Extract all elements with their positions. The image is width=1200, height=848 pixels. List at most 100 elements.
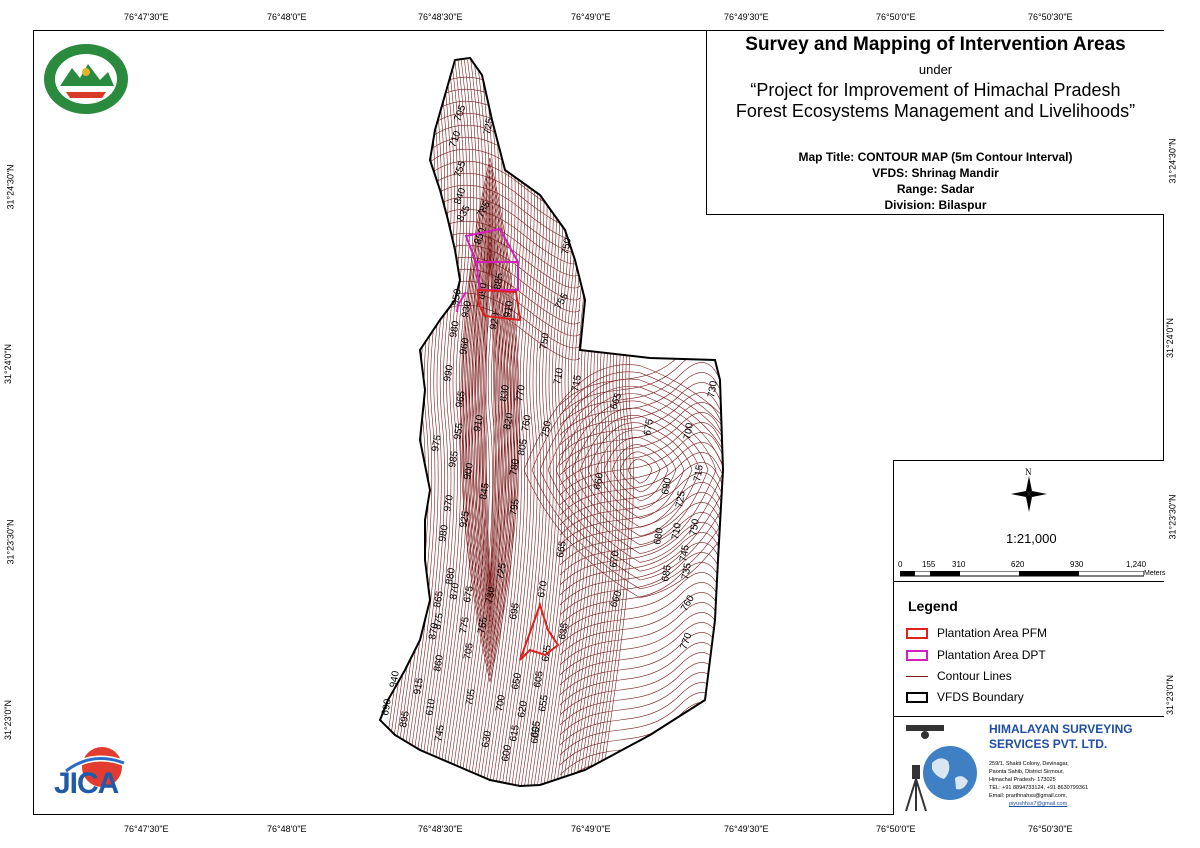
contour-label: 700 (494, 694, 508, 713)
contour-line (619, 451, 661, 493)
contour-label: 680 (652, 527, 666, 546)
contour-label: 840 (452, 186, 468, 206)
company-phone: TEL: +91 8894733124, +91 8630799361 (989, 785, 1089, 791)
project-title-line1: “Project for Improvement of Himachal Pra… (750, 80, 1121, 100)
jica-wordmark: JICA (54, 767, 119, 800)
survey-company-logo (905, 725, 977, 812)
contour-label: 685 (660, 564, 674, 583)
boundary-swatch (906, 691, 928, 703)
project-title-line2: Forest Ecosystems Management and Livelih… (735, 101, 1136, 121)
contour-label: 865 (432, 590, 446, 609)
contour-label: 700 (682, 422, 696, 441)
contour-label: 750 (688, 518, 702, 537)
contour-label: 760 (520, 414, 534, 433)
contour-label: 755 (553, 291, 571, 311)
company-email-2[interactable]: piyushhss7@gmail.com (989, 800, 1088, 808)
contour-label: 675 (462, 585, 476, 604)
address-line: Himachal Pradesh- 173025 (989, 777, 1056, 783)
contour-label: 710 (447, 129, 463, 149)
vfds-name: VFDS: Shrinag Mandir (872, 166, 999, 180)
contour-label: 805 (516, 438, 530, 457)
legend-item-dpt: Plantation Area DPT (906, 648, 1046, 662)
contour-label: 690 (660, 477, 674, 496)
contour-label: 605 (532, 670, 546, 689)
map-title: Map Title: CONTOUR MAP (5m Contour Inter… (798, 150, 1073, 164)
contour-label: 965 (454, 390, 468, 409)
company-email[interactable]: Email: prarthnahss@gmail.com, (989, 792, 1088, 800)
legend-title: Legend (908, 598, 958, 614)
contour-line (559, 722, 723, 786)
contour-label: 670 (536, 580, 550, 599)
contour-label: 675 (642, 418, 656, 437)
scale-bar (900, 571, 1144, 577)
title-block: Survey and Mapping of Intervention Areas… (706, 31, 1164, 142)
scale-ratio: 1:21,000 (1006, 531, 1057, 546)
contour-label: 710 (670, 522, 684, 541)
address-line: Paonta Sahib, District Sirmour, (989, 769, 1064, 775)
contour-label: 710 (552, 367, 566, 386)
legend-item-label: Contour Lines (937, 669, 1012, 683)
legend-item-pfm: Plantation Area PFM (906, 626, 1047, 640)
contour-line (559, 712, 723, 776)
legend: Legend Plantation Area PFM Plantation Ar… (893, 581, 1164, 717)
legend-item-label: VFDS Boundary (937, 690, 1024, 704)
contour-label: 735 (680, 562, 694, 581)
dpt-swatch (906, 649, 928, 661)
scale-tick: 1,240 (1126, 560, 1147, 569)
pfm-swatch (906, 627, 928, 639)
contour-label: 600 (500, 744, 514, 763)
contour-labels: 705725710755840835 7858507508858909509309… (380, 103, 720, 762)
contour-label: 775 (458, 616, 472, 635)
division-name: Division: Bilaspur (884, 198, 987, 212)
contour-label: 715 (570, 374, 584, 393)
scale-tick: 0 (898, 560, 903, 569)
north-arrow-icon (1011, 476, 1047, 512)
scale-tick: 310 (952, 560, 966, 569)
contour-label: 975 (430, 434, 444, 453)
contour-label: 745 (678, 544, 692, 563)
contour-label: 760 (679, 593, 697, 613)
scale-tick: 620 (1011, 560, 1025, 569)
contour-label: 725 (674, 490, 688, 509)
scale-unit: Meters (1144, 570, 1166, 577)
forest-department-logo (42, 42, 130, 117)
contour-label: 665 (555, 540, 569, 559)
contour-line (429, 148, 581, 205)
contour-label: 605 (529, 726, 543, 745)
contour-label: 695 (508, 602, 522, 621)
contour-label: 930 (460, 300, 474, 319)
contour-label: 770 (514, 384, 528, 403)
legend-item-contour: Contour Lines (906, 669, 1012, 683)
company-name-line2: SERVICES PVT. LTD. (989, 737, 1108, 751)
contour-label: 860 (432, 654, 446, 673)
contour-label: 845 (478, 482, 492, 501)
contour-label: 820 (502, 412, 516, 431)
company-name-line1: HIMALAYAN SURVEYING (989, 722, 1133, 736)
contour-lines (380, 59, 723, 786)
range-name: Range: Sadar (896, 182, 975, 196)
contour-label: 910 (502, 300, 516, 319)
contour-label: 980 (448, 320, 462, 339)
contour-label: 660 (592, 472, 606, 491)
contour-line (429, 76, 581, 133)
company-block: HIMALAYAN SURVEYING SERVICES PVT. LTD. 2… (893, 716, 1164, 815)
scale-tick: 930 (1070, 560, 1084, 569)
address-line: 259/1, Shakti Colony, Devinagar, (989, 761, 1069, 767)
contour-line (559, 702, 723, 766)
map-info-block: Map Title: CONTOUR MAP (5m Contour Inter… (706, 141, 1164, 215)
scale-tick: 155 (922, 560, 936, 569)
legend-item-boundary: VFDS Boundary (906, 690, 1024, 704)
contour-swatch (906, 675, 928, 677)
contour-label: 655 (537, 694, 551, 713)
contour-label: 705 (462, 642, 476, 661)
contour-label: 870 (427, 622, 441, 641)
contour-label: 635 (557, 622, 571, 641)
contour-line (627, 458, 653, 484)
contour-label: 885 (492, 272, 506, 291)
contour-label: 795 (508, 498, 522, 517)
jica-logo: JICA (52, 745, 132, 803)
contour-label: 780 (508, 458, 522, 477)
contour-label: 915 (412, 677, 426, 696)
contour-label: 910 (472, 414, 486, 433)
contour-label: 830 (498, 384, 512, 403)
